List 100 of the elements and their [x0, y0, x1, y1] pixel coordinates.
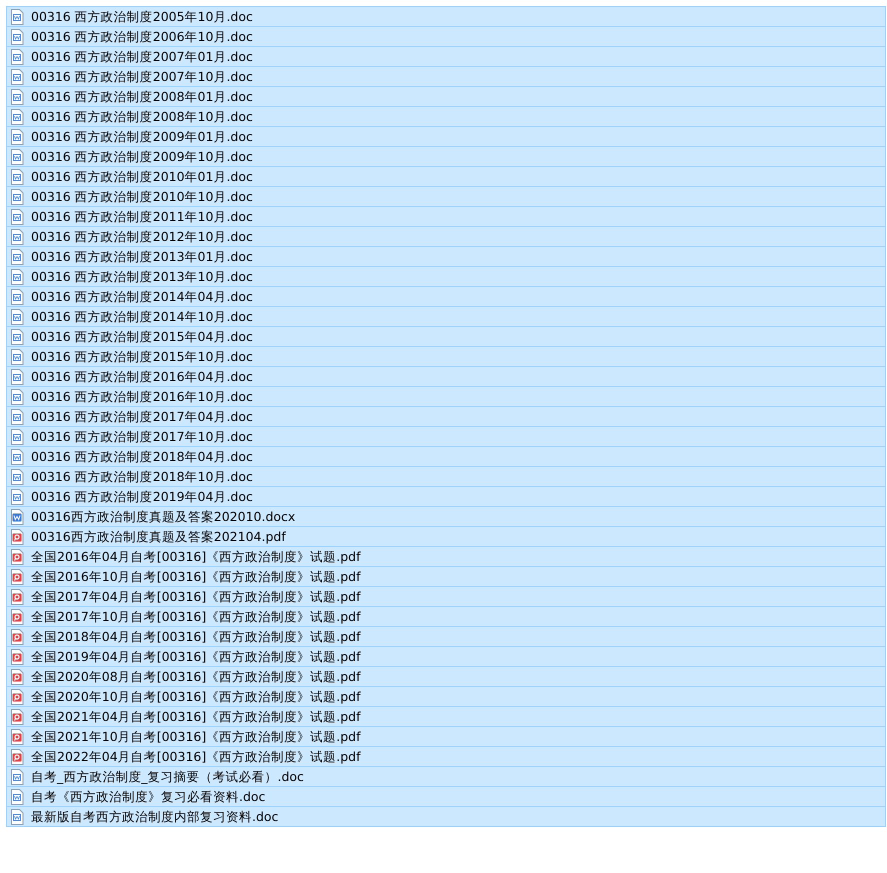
file-name: 00316 西方政治制度2016年10月.doc — [31, 388, 253, 404]
document-icon — [10, 348, 24, 364]
file-name: 全国2020年10月自考[00316]《西方政治制度》试题.pdf — [31, 688, 360, 704]
file-row[interactable]: 00316 西方政治制度2019年04月.doc — [6, 486, 886, 506]
file-row[interactable]: 00316 西方政治制度2007年10月.doc — [6, 66, 886, 86]
file-row[interactable]: 00316 西方政治制度2017年04月.doc — [6, 406, 886, 426]
file-name: 自考_西方政治制度_复习摘要（考试必看）.doc — [31, 768, 304, 784]
file-row[interactable]: 00316 西方政治制度2018年04月.doc — [6, 446, 886, 466]
file-row[interactable]: 最新版自考西方政治制度内部复习资料.doc — [6, 806, 886, 826]
file-row[interactable]: 00316 西方政治制度2012年10月.doc — [6, 226, 886, 246]
file-name: 00316 西方政治制度2009年10月.doc — [31, 148, 253, 164]
document-icon — [10, 148, 24, 164]
file-row[interactable]: 00316 西方政治制度2010年10月.doc — [6, 186, 886, 206]
file-row[interactable]: 全国2016年04月自考[00316]《西方政治制度》试题.pdf — [6, 546, 886, 566]
file-row[interactable]: 00316 西方政治制度2015年04月.doc — [6, 326, 886, 346]
file-name: 00316 西方政治制度2013年10月.doc — [31, 268, 253, 284]
file-name: 全国2021年10月自考[00316]《西方政治制度》试题.pdf — [31, 728, 360, 744]
pdf-icon — [10, 688, 24, 704]
pdf-icon — [10, 668, 24, 684]
file-name: 00316 西方政治制度2017年04月.doc — [31, 408, 253, 424]
file-name: 00316 西方政治制度2005年10月.doc — [31, 8, 253, 24]
file-row[interactable]: 00316 西方政治制度2015年10月.doc — [6, 346, 886, 366]
file-row[interactable]: 全国2020年08月自考[00316]《西方政治制度》试题.pdf — [6, 666, 886, 686]
file-row[interactable]: 00316 西方政治制度2009年01月.doc — [6, 126, 886, 146]
file-name: 全国2016年10月自考[00316]《西方政治制度》试题.pdf — [31, 568, 360, 584]
file-name: 全国2016年04月自考[00316]《西方政治制度》试题.pdf — [31, 548, 360, 564]
document-icon — [10, 368, 24, 384]
document-icon — [10, 48, 24, 64]
document-icon — [10, 28, 24, 44]
file-name: 全国2018年04月自考[00316]《西方政治制度》试题.pdf — [31, 628, 360, 644]
file-name: 00316 西方政治制度2010年01月.doc — [31, 168, 253, 184]
document-icon — [10, 788, 24, 804]
pdf-icon — [10, 648, 24, 664]
file-row[interactable]: 00316 西方政治制度2006年10月.doc — [6, 26, 886, 46]
file-row[interactable]: 00316 西方政治制度2016年10月.doc — [6, 386, 886, 406]
pdf-icon — [10, 708, 24, 724]
file-name: 00316 西方政治制度2008年01月.doc — [31, 88, 253, 104]
document-icon — [10, 288, 24, 304]
document-icon — [10, 508, 24, 524]
document-icon — [10, 468, 24, 484]
document-icon — [10, 808, 24, 824]
file-row[interactable]: 00316 西方政治制度2016年04月.doc — [6, 366, 886, 386]
document-icon — [10, 168, 24, 184]
file-row[interactable]: 全国2019年04月自考[00316]《西方政治制度》试题.pdf — [6, 646, 886, 666]
file-row[interactable]: 00316 西方政治制度2008年10月.doc — [6, 106, 886, 126]
file-name: 全国2017年10月自考[00316]《西方政治制度》试题.pdf — [31, 608, 360, 624]
file-row[interactable]: 全国2022年04月自考[00316]《西方政治制度》试题.pdf — [6, 746, 886, 766]
file-row[interactable]: 全国2017年10月自考[00316]《西方政治制度》试题.pdf — [6, 606, 886, 626]
file-row[interactable]: 全国2018年04月自考[00316]《西方政治制度》试题.pdf — [6, 626, 886, 646]
file-row[interactable]: 全国2021年10月自考[00316]《西方政治制度》试题.pdf — [6, 726, 886, 746]
file-row[interactable]: 自考《西方政治制度》复习必看资料.doc — [6, 786, 886, 806]
file-name: 00316 西方政治制度2017年10月.doc — [31, 428, 253, 444]
file-row[interactable]: 00316 西方政治制度2018年10月.doc — [6, 466, 886, 486]
file-row[interactable]: 00316 西方政治制度2005年10月.doc — [6, 6, 886, 26]
file-name: 全国2019年04月自考[00316]《西方政治制度》试题.pdf — [31, 648, 360, 664]
file-name: 00316 西方政治制度2016年04月.doc — [31, 368, 253, 384]
file-name: 00316 西方政治制度2010年10月.doc — [31, 188, 253, 204]
file-row[interactable]: 00316 西方政治制度2014年10月.doc — [6, 306, 886, 326]
file-row[interactable]: 00316 西方政治制度2014年04月.doc — [6, 286, 886, 306]
file-row[interactable]: 全国2017年04月自考[00316]《西方政治制度》试题.pdf — [6, 586, 886, 606]
file-row[interactable]: 00316 西方政治制度2008年01月.doc — [6, 86, 886, 106]
file-row[interactable]: 全国2016年10月自考[00316]《西方政治制度》试题.pdf — [6, 566, 886, 586]
file-row[interactable]: 00316 西方政治制度2013年10月.doc — [6, 266, 886, 286]
pdf-icon — [10, 568, 24, 584]
document-icon — [10, 448, 24, 464]
file-name: 全国2017年04月自考[00316]《西方政治制度》试题.pdf — [31, 588, 360, 604]
file-name: 00316 西方政治制度2007年10月.doc — [31, 68, 253, 84]
file-name: 00316 西方政治制度2015年10月.doc — [31, 348, 253, 364]
file-row[interactable]: 00316西方政治制度真题及答案202104.pdf — [6, 526, 886, 546]
document-icon — [10, 128, 24, 144]
file-row[interactable]: 00316西方政治制度真题及答案202010.docx — [6, 506, 886, 526]
file-row[interactable]: 全国2021年04月自考[00316]《西方政治制度》试题.pdf — [6, 706, 886, 726]
file-name: 自考《西方政治制度》复习必看资料.doc — [31, 788, 266, 804]
pdf-icon — [10, 548, 24, 564]
file-name: 00316 西方政治制度2013年01月.doc — [31, 248, 253, 264]
file-name: 00316 西方政治制度2019年04月.doc — [31, 488, 253, 504]
document-icon — [10, 228, 24, 244]
file-name: 00316 西方政治制度2018年04月.doc — [31, 448, 253, 464]
file-row[interactable]: 00316 西方政治制度2009年10月.doc — [6, 146, 886, 166]
document-icon — [10, 268, 24, 284]
document-icon — [10, 208, 24, 224]
file-row[interactable]: 00316 西方政治制度2010年01月.doc — [6, 166, 886, 186]
file-name: 00316西方政治制度真题及答案202010.docx — [31, 508, 296, 524]
file-row[interactable]: 00316 西方政治制度2007年01月.doc — [6, 46, 886, 66]
file-name: 全国2020年08月自考[00316]《西方政治制度》试题.pdf — [31, 668, 360, 684]
pdf-icon — [10, 528, 24, 544]
file-row[interactable]: 00316 西方政治制度2011年10月.doc — [6, 206, 886, 226]
file-row[interactable]: 全国2020年10月自考[00316]《西方政治制度》试题.pdf — [6, 686, 886, 706]
file-row[interactable]: 00316 西方政治制度2017年10月.doc — [6, 426, 886, 446]
document-icon — [10, 188, 24, 204]
pdf-icon — [10, 628, 24, 644]
file-row[interactable]: 00316 西方政治制度2013年01月.doc — [6, 246, 886, 266]
pdf-icon — [10, 728, 24, 744]
document-icon — [10, 108, 24, 124]
document-icon — [10, 488, 24, 504]
file-name: 00316 西方政治制度2006年10月.doc — [31, 28, 253, 44]
document-icon — [10, 428, 24, 444]
file-name: 00316 西方政治制度2018年10月.doc — [31, 468, 253, 484]
file-name: 最新版自考西方政治制度内部复习资料.doc — [31, 808, 278, 824]
file-row[interactable]: 自考_西方政治制度_复习摘要（考试必看）.doc — [6, 766, 886, 786]
